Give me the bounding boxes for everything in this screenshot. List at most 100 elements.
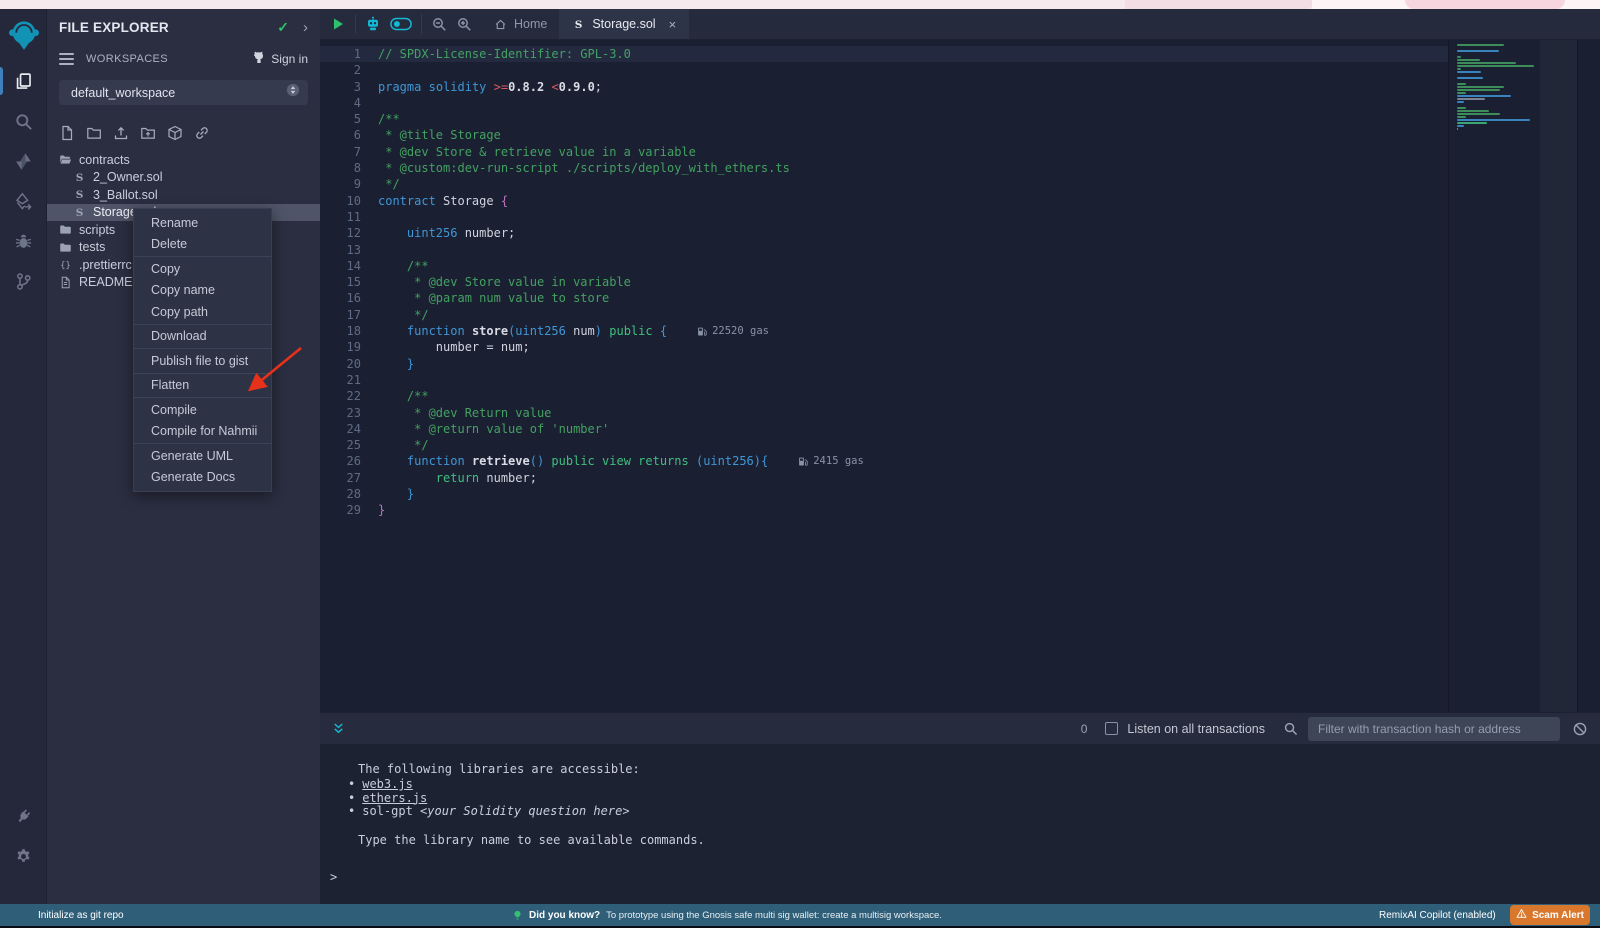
- remix-logo[interactable]: [0, 9, 47, 61]
- code-line-10[interactable]: 10contract Storage {: [320, 193, 1448, 209]
- context-menu-item-publish-file-to-gist[interactable]: Publish file to gist: [134, 350, 271, 372]
- remixai-assistant-icon[interactable]: [365, 16, 381, 32]
- plugin-manager-icon[interactable]: [0, 796, 47, 836]
- upload-file-icon[interactable]: [113, 125, 129, 141]
- folder-icon: [58, 240, 72, 254]
- scam-alert-button[interactable]: Scam Alert: [1510, 905, 1590, 925]
- code-line-18[interactable]: 18 function store(uint256 num) public {2…: [320, 323, 1448, 339]
- new-folder-icon[interactable]: [86, 125, 102, 141]
- import-url-icon[interactable]: [194, 125, 210, 141]
- context-menu-item-delete[interactable]: Delete: [134, 234, 271, 256]
- code-line-29[interactable]: 29}: [320, 502, 1448, 518]
- tree-item-2-owner-sol[interactable]: S2_Owner.sol: [47, 169, 320, 187]
- code-line-24[interactable]: 24 * @return value of 'number': [320, 421, 1448, 437]
- copilot-status[interactable]: RemixAI Copilot (enabled): [1379, 904, 1496, 926]
- deploy-run-icon[interactable]: [0, 181, 47, 221]
- transaction-filter-input[interactable]: [1308, 717, 1560, 741]
- code-line-11[interactable]: 11: [320, 209, 1448, 225]
- terminal-prompt[interactable]: >: [330, 870, 337, 884]
- clear-console-icon[interactable]: [1572, 721, 1588, 737]
- listen-checkbox[interactable]: [1105, 722, 1118, 735]
- context-menu-item-download[interactable]: Download: [134, 326, 271, 348]
- minimap-viewport[interactable]: [1540, 40, 1578, 712]
- code-line-15[interactable]: 15 * @dev Store value in variable: [320, 274, 1448, 290]
- code-line-12[interactable]: 12 uint256 number;: [320, 225, 1448, 241]
- tab-home[interactable]: Home: [482, 9, 560, 39]
- search-icon[interactable]: [0, 101, 47, 141]
- context-menu-item-compile[interactable]: Compile: [134, 399, 271, 421]
- solidity-s-icon: S: [572, 18, 585, 31]
- file-explorer-icon[interactable]: [0, 61, 47, 101]
- chevron-right-icon[interactable]: ›: [303, 19, 308, 36]
- workspace-select[interactable]: default_workspace: [59, 80, 308, 105]
- line-number: 1: [320, 46, 378, 62]
- file-toolbar: [47, 113, 320, 149]
- context-menu-item-copy[interactable]: Copy: [134, 258, 271, 280]
- home-icon: [494, 18, 507, 31]
- code-line-1[interactable]: 1// SPDX-License-Identifier: GPL-3.0: [320, 46, 1448, 62]
- upload-folder-icon[interactable]: [140, 125, 156, 141]
- zoom-out-button[interactable]: [431, 16, 447, 32]
- new-file-icon[interactable]: [59, 125, 75, 141]
- tree-item-contracts[interactable]: contracts: [47, 151, 320, 169]
- panel-title: FILE EXPLORER: [59, 20, 277, 35]
- code-line-20[interactable]: 20 }: [320, 356, 1448, 372]
- line-number: 2: [320, 62, 378, 78]
- code-line-26[interactable]: 26 function retrieve() public view retur…: [320, 453, 1448, 469]
- code-line-17[interactable]: 17 */: [320, 307, 1448, 323]
- code-line-7[interactable]: 7 * @dev Store & retrieve value in a var…: [320, 144, 1448, 160]
- code-line-13[interactable]: 13: [320, 242, 1448, 258]
- code-line-8[interactable]: 8 * @custom:dev-run-script ./scripts/dep…: [320, 160, 1448, 176]
- debugger-icon[interactable]: [0, 221, 47, 261]
- code-line-2[interactable]: 2: [320, 62, 1448, 78]
- library-link-item: ethers.js: [320, 792, 1600, 806]
- context-menu-item-generate-docs[interactable]: Generate Docs: [134, 467, 271, 489]
- check-icon[interactable]: ✓: [277, 19, 289, 36]
- context-menu-item-copy-name[interactable]: Copy name: [134, 280, 271, 302]
- code-line-5[interactable]: 5/**: [320, 111, 1448, 127]
- svg-text:S: S: [75, 189, 83, 201]
- context-menu-item-copy-path[interactable]: Copy path: [134, 301, 271, 323]
- git-icon[interactable]: [0, 261, 47, 301]
- library-link[interactable]: ethers.js: [362, 791, 427, 805]
- code-line-14[interactable]: 14 /**: [320, 258, 1448, 274]
- context-menu-item-generate-uml[interactable]: Generate UML: [134, 445, 271, 467]
- tree-item-label: scripts: [79, 223, 115, 237]
- tree-item-3-ballot-sol[interactable]: S 3_Ballot.sol: [47, 186, 320, 204]
- code-line-28[interactable]: 28 }: [320, 486, 1448, 502]
- context-menu-item-rename[interactable]: Rename: [134, 212, 271, 234]
- code-line-9[interactable]: 9 */: [320, 176, 1448, 192]
- context-menu-item-compile-for-nahmii[interactable]: Compile for Nahmii: [134, 421, 271, 443]
- library-link[interactable]: web3.js: [362, 777, 413, 791]
- zoom-in-button[interactable]: [456, 16, 472, 32]
- terminal-collapse-icon[interactable]: [331, 721, 346, 736]
- code-line-27[interactable]: 27 return number;: [320, 470, 1448, 486]
- listen-label[interactable]: Listen on all transactions: [1127, 722, 1265, 736]
- code-line-25[interactable]: 25 */: [320, 437, 1448, 453]
- code-line-21[interactable]: 21: [320, 372, 1448, 388]
- close-tab-icon[interactable]: ×: [669, 17, 677, 32]
- copilot-toggle[interactable]: [390, 17, 412, 31]
- sign-in-button[interactable]: Sign in: [251, 50, 308, 68]
- run-script-button[interactable]: [330, 16, 346, 32]
- ipfs-box-icon[interactable]: [167, 125, 183, 141]
- minimap[interactable]: [1457, 44, 1540, 131]
- context-menu-item-flatten[interactable]: Flatten: [134, 375, 271, 397]
- code-line-16[interactable]: 16 * @param num value to store: [320, 290, 1448, 306]
- workspaces-menu-icon[interactable]: [59, 50, 74, 68]
- settings-icon[interactable]: [0, 836, 47, 876]
- solidity-compiler-icon[interactable]: [0, 141, 47, 181]
- code-line-19[interactable]: 19 number = num;: [320, 339, 1448, 355]
- terminal-output[interactable]: The following libraries are accessible: …: [320, 744, 1600, 904]
- tab-storage-sol[interactable]: SStorage.sol×: [560, 9, 689, 39]
- code-line-6[interactable]: 6 * @title Storage: [320, 127, 1448, 143]
- line-number: 8: [320, 160, 378, 176]
- code-line-4[interactable]: 4: [320, 95, 1448, 111]
- code-editor[interactable]: 1// SPDX-License-Identifier: GPL-3.023pr…: [320, 40, 1600, 712]
- code-line-23[interactable]: 23 * @dev Return value: [320, 405, 1448, 421]
- code-line-22[interactable]: 22 /**: [320, 388, 1448, 404]
- menu-divider: [134, 397, 271, 398]
- tree-item-label: 3_Ballot.sol: [93, 188, 158, 202]
- code-line-3[interactable]: 3pragma solidity >=0.8.2 <0.9.0;: [320, 79, 1448, 95]
- init-git-repo-button[interactable]: Initialize as git repo: [38, 904, 124, 926]
